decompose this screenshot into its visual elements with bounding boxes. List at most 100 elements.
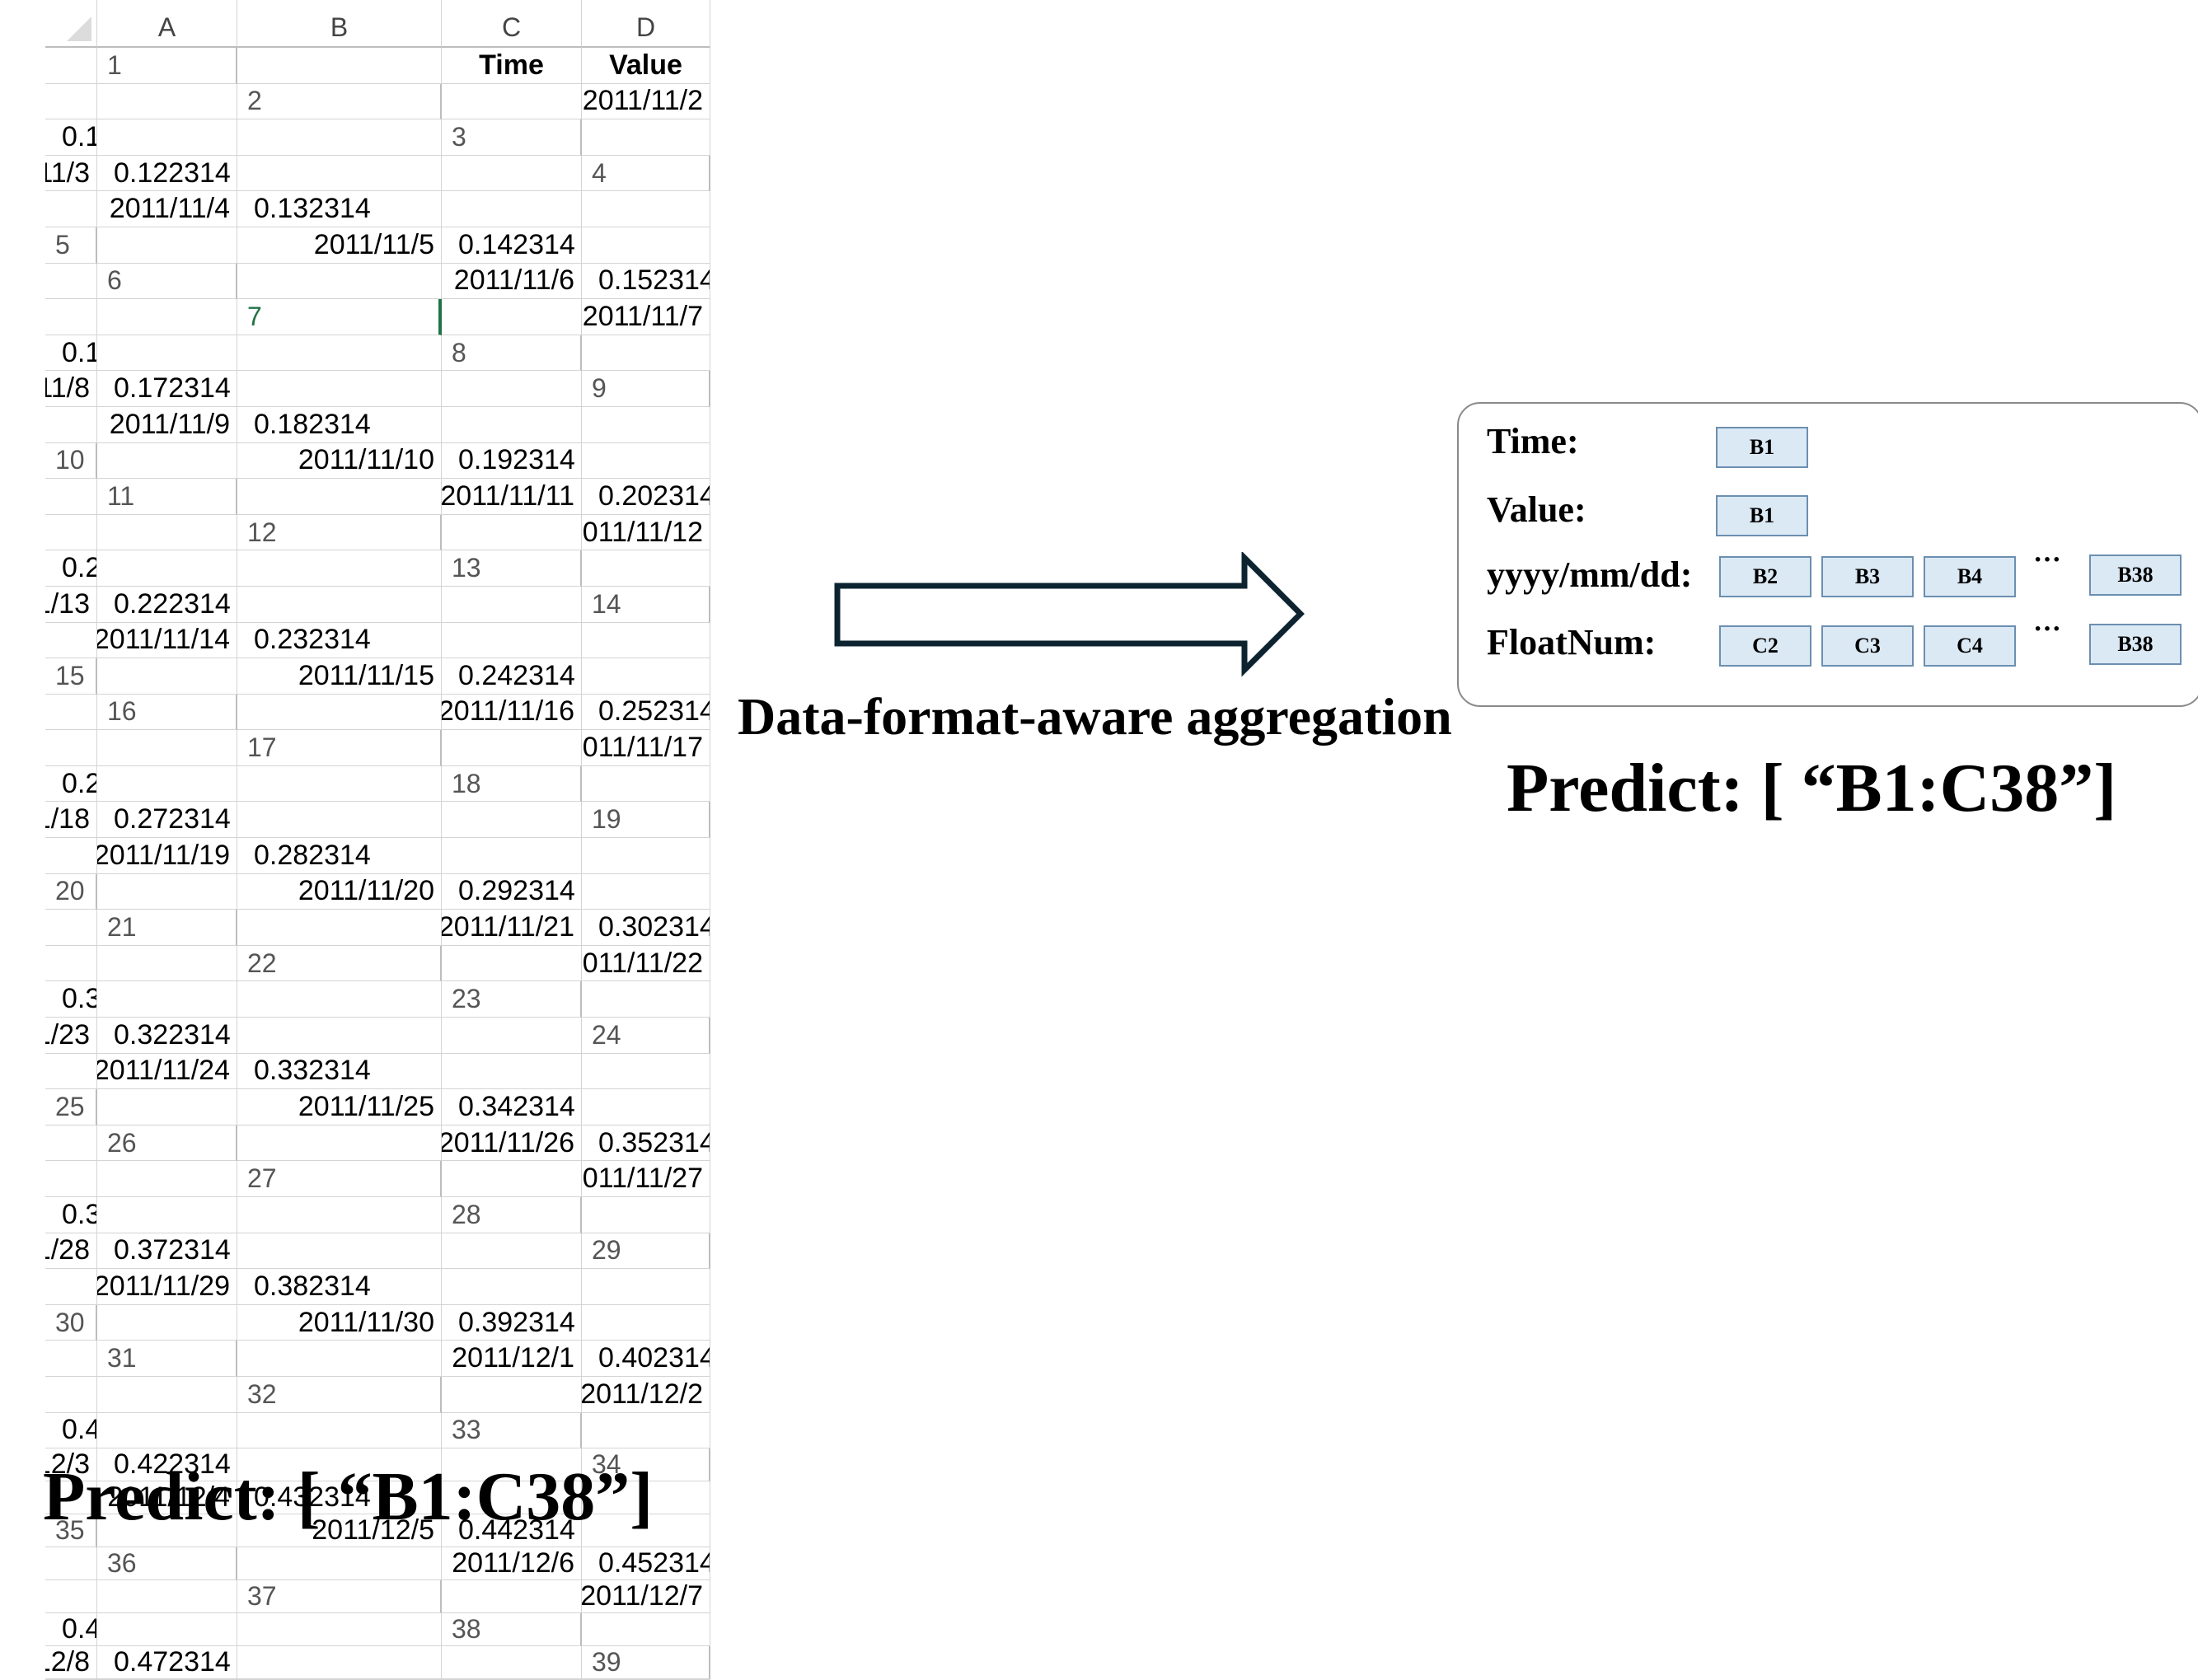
cell-c8[interactable]: 0.172314 — [97, 371, 237, 407]
cell-c24[interactable]: 0.332314 — [237, 1053, 442, 1090]
row-header-12[interactable]: 12 — [237, 514, 442, 551]
cell-b31[interactable]: 2011/12/1 — [442, 1341, 582, 1377]
cell-a18[interactable] — [582, 765, 710, 803]
cell-b25[interactable]: 2011/11/25 — [237, 1089, 442, 1125]
cell-c23[interactable]: 0.322314 — [97, 1018, 237, 1054]
cell-b20[interactable]: 2011/11/20 — [237, 873, 442, 910]
cell-d28[interactable] — [237, 1233, 442, 1270]
row-header-14[interactable]: 14 — [582, 586, 710, 623]
cell-a7[interactable] — [442, 299, 582, 335]
cell-c31[interactable]: 0.402314 — [582, 1341, 710, 1377]
row-header-1[interactable]: 1 — [97, 48, 237, 84]
cell-c27[interactable]: 0.362314 — [45, 1197, 97, 1233]
cell-b3[interactable]: 2011/11/3 — [45, 155, 97, 192]
cell-a27[interactable] — [442, 1161, 582, 1197]
cell-d2[interactable] — [97, 119, 237, 156]
row-header-32[interactable]: 32 — [237, 1376, 442, 1413]
cell-b23[interactable]: 2011/11/23 — [45, 1018, 97, 1054]
cell-d20[interactable] — [582, 873, 710, 910]
row-header-15[interactable]: 15 — [45, 658, 97, 695]
row-header-6[interactable]: 6 — [97, 263, 237, 300]
cell-a3[interactable] — [582, 119, 710, 156]
cell-a13[interactable] — [582, 550, 710, 587]
cell-d16[interactable] — [45, 730, 97, 766]
cell-c28[interactable]: 0.372314 — [97, 1233, 237, 1270]
cell-a36[interactable] — [237, 1547, 442, 1581]
cell-c38[interactable]: 0.472314 — [97, 1646, 237, 1680]
cell-c37[interactable]: 0.462314 — [45, 1613, 97, 1647]
cell-b37[interactable]: 2011/12/7 — [582, 1580, 710, 1614]
cell-a14[interactable] — [45, 622, 97, 659]
cell-d5[interactable] — [582, 227, 710, 264]
cell-c32[interactable]: 0.412314 — [45, 1412, 97, 1449]
cell-b12[interactable]: 2011/11/12 — [582, 514, 710, 551]
cell-d11[interactable] — [45, 514, 97, 551]
row-header-23[interactable]: 23 — [442, 981, 582, 1018]
cell-b14[interactable]: 2011/11/14 — [97, 622, 237, 659]
row-header-36[interactable]: 36 — [97, 1547, 237, 1581]
cell-d14[interactable] — [442, 622, 582, 659]
cell-c5[interactable]: 0.142314 — [442, 227, 582, 264]
cell-c13[interactable]: 0.222314 — [97, 586, 237, 623]
cell-c1-header[interactable]: Value — [582, 48, 710, 84]
cell-d29[interactable] — [442, 1269, 582, 1305]
cell-c26[interactable]: 0.352314 — [582, 1125, 710, 1162]
row-header-20[interactable]: 20 — [45, 873, 97, 910]
cell-c22[interactable]: 0.312314 — [45, 981, 97, 1018]
row-header-2[interactable]: 2 — [237, 83, 442, 120]
cell-b1-header[interactable]: Time — [442, 48, 582, 84]
cell-c3[interactable]: 0.122314 — [97, 155, 237, 192]
cell-a38[interactable] — [582, 1613, 710, 1647]
cell-a24[interactable] — [45, 1053, 97, 1090]
cell-c10[interactable]: 0.192314 — [442, 442, 582, 480]
cell-c36[interactable]: 0.452314 — [582, 1547, 710, 1581]
row-header-31[interactable]: 31 — [97, 1341, 237, 1377]
row-header-29[interactable]: 29 — [582, 1233, 710, 1270]
cell-b36[interactable]: 2011/12/6 — [442, 1547, 582, 1581]
row-header-38[interactable]: 38 — [442, 1613, 582, 1647]
row-header-26[interactable]: 26 — [97, 1125, 237, 1162]
cell-c14[interactable]: 0.232314 — [237, 622, 442, 659]
cell-d1[interactable] — [45, 83, 97, 120]
cell-b13[interactable]: 2011/11/13 — [45, 586, 97, 623]
cell-c20[interactable]: 0.292314 — [442, 873, 582, 910]
row-header-9[interactable]: 9 — [582, 371, 710, 407]
cell-a5[interactable] — [97, 227, 237, 264]
row-header-37[interactable]: 37 — [237, 1580, 442, 1614]
row-header-24[interactable]: 24 — [582, 1018, 710, 1054]
cell-c6[interactable]: 0.152314 — [582, 263, 710, 300]
cell-d26[interactable] — [45, 1161, 97, 1197]
row-header-21[interactable]: 21 — [97, 910, 237, 946]
cell-c9[interactable]: 0.182314 — [237, 406, 442, 443]
column-header-b[interactable]: B — [237, 0, 442, 48]
cell-b11[interactable]: 2011/11/11 — [442, 479, 582, 515]
cell-a31[interactable] — [237, 1341, 442, 1377]
cell-a21[interactable] — [237, 910, 442, 946]
cell-b22[interactable]: 2011/11/22 — [582, 945, 710, 982]
column-header-c[interactable]: C — [442, 0, 582, 48]
cell-b6[interactable]: 2011/11/6 — [442, 263, 582, 300]
cell-d32[interactable] — [97, 1412, 237, 1449]
cell-c12[interactable]: 0.212314 — [45, 550, 97, 587]
row-header-17[interactable]: 17 — [237, 730, 442, 766]
cell-d24[interactable] — [442, 1053, 582, 1090]
cell-b10[interactable]: 2011/11/10 — [237, 442, 442, 480]
cell-c18[interactable]: 0.272314 — [97, 802, 237, 839]
cell-d4[interactable] — [442, 191, 582, 227]
cell-d15[interactable] — [582, 658, 710, 695]
cell-a11[interactable] — [237, 479, 442, 515]
row-header-39[interactable]: 39 — [582, 1646, 710, 1680]
cell-d12[interactable] — [97, 550, 237, 587]
cell-a15[interactable] — [97, 658, 237, 695]
cell-b8[interactable]: 2011/11/8 — [45, 371, 97, 407]
cell-c2[interactable]: 0.112314 — [45, 119, 97, 156]
cell-a25[interactable] — [97, 1089, 237, 1125]
cell-a1[interactable] — [237, 48, 442, 84]
row-header-16[interactable]: 16 — [97, 694, 237, 731]
row-header-28[interactable]: 28 — [442, 1197, 582, 1233]
cell-b4[interactable]: 2011/11/4 — [97, 191, 237, 227]
row-header-3[interactable]: 3 — [442, 119, 582, 156]
cell-d21[interactable] — [45, 945, 97, 982]
cell-c4[interactable]: 0.132314 — [237, 191, 442, 227]
cell-a30[interactable] — [97, 1304, 237, 1341]
